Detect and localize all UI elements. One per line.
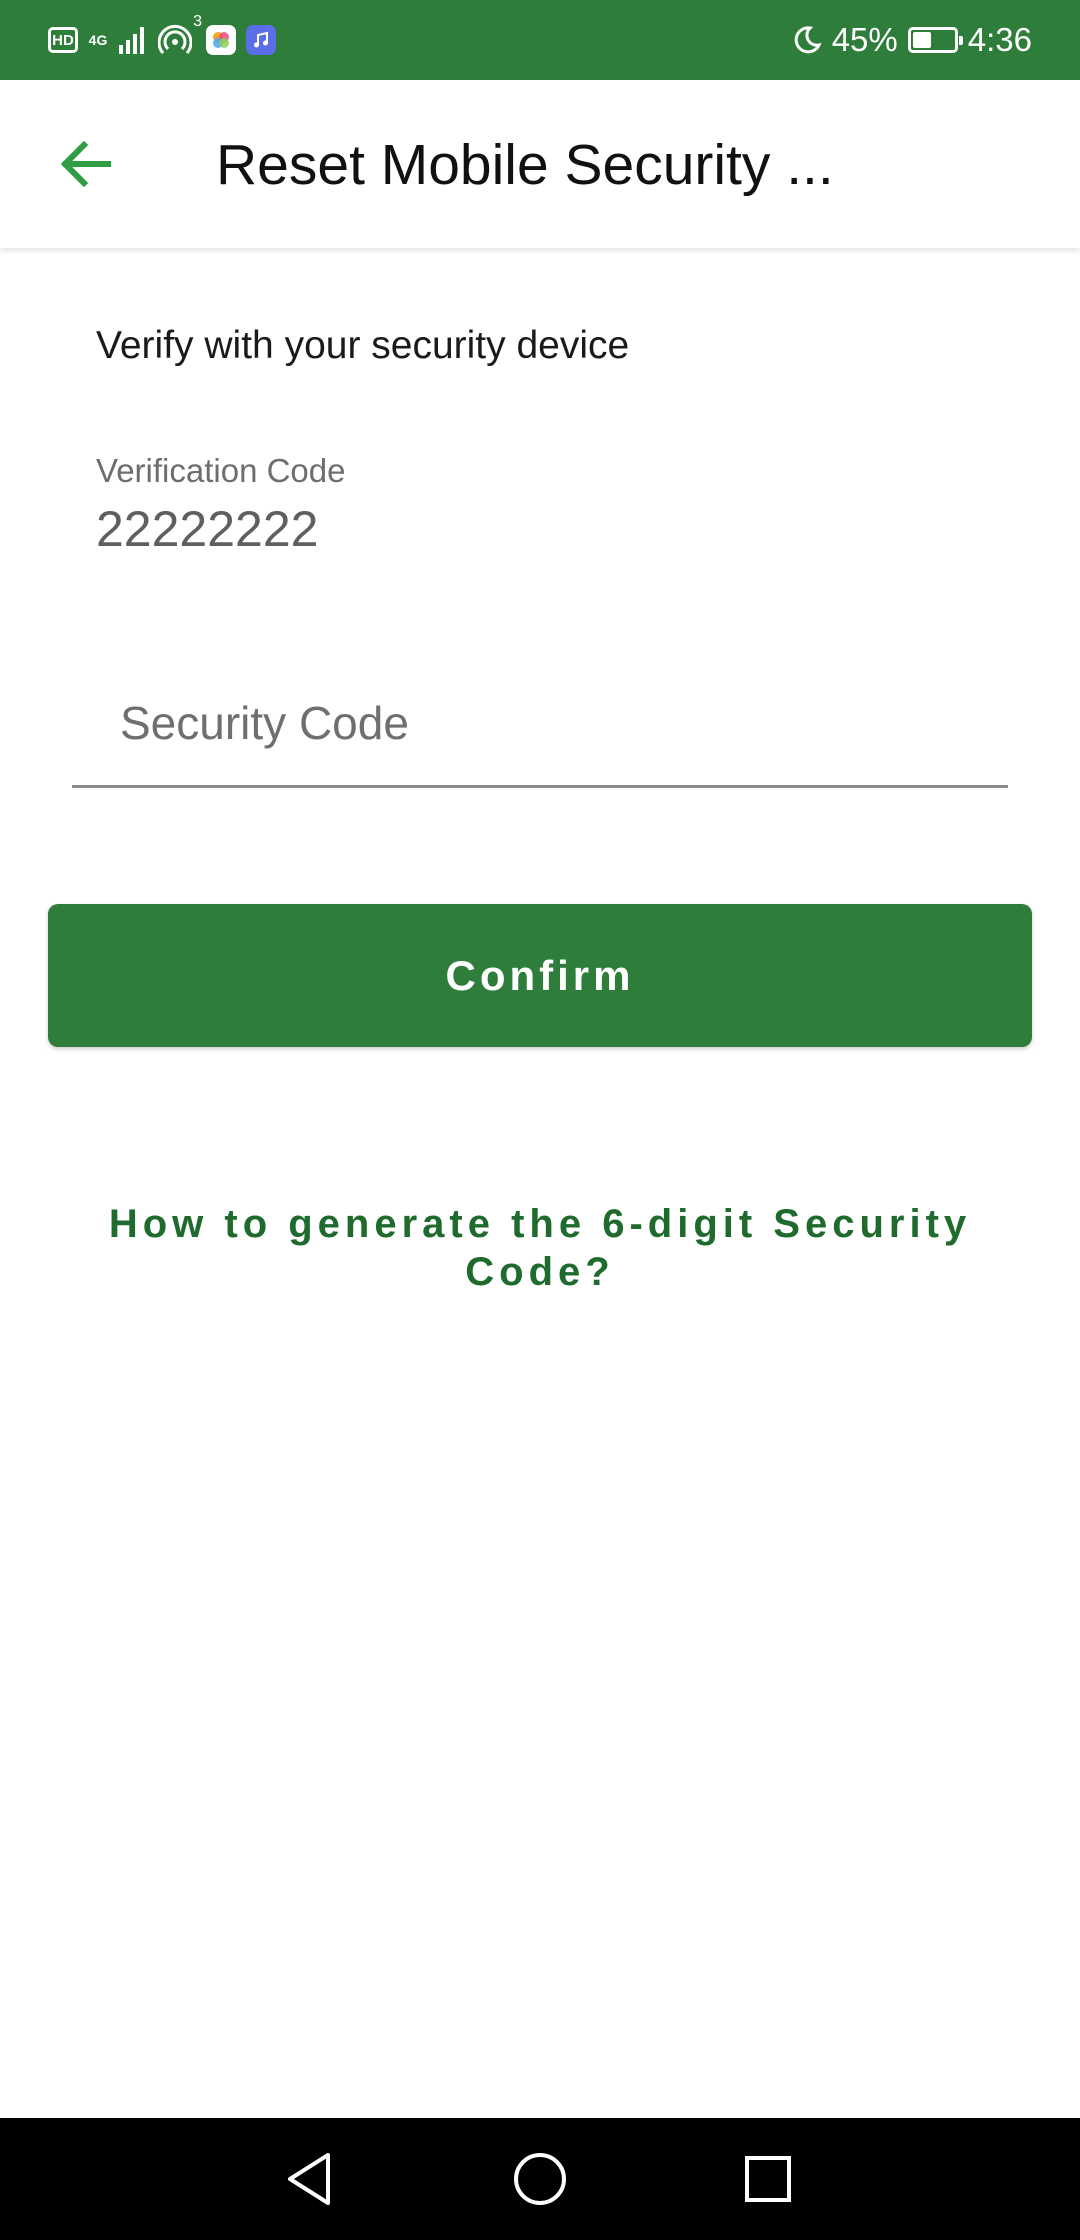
battery-fill [912, 32, 931, 48]
battery-percent: 45% [831, 21, 898, 58]
recents-square-icon [745, 2156, 791, 2202]
arrow-left-icon [60, 140, 111, 188]
confirm-button[interactable]: Confirm [48, 904, 1032, 1047]
status-bar-left: HD 4G 3 [48, 13, 276, 58]
instruction-text: Verify with your security device [96, 324, 630, 367]
app-bar: Reset Mobile Security ... [0, 80, 1080, 248]
home-circle-icon [514, 2153, 566, 2205]
back-button[interactable] [48, 126, 124, 202]
battery-icon [907, 27, 963, 53]
hotspot-icon: 3 [157, 13, 202, 57]
nav-back-button[interactable] [270, 2139, 350, 2219]
app-icon-photos [206, 25, 236, 55]
moon-icon [794, 26, 822, 54]
nav-recents-button[interactable] [728, 2139, 808, 2219]
verification-code-label: Verification Code [96, 452, 346, 489]
hotspot-count: 3 [193, 13, 202, 30]
back-triangle-icon [288, 2153, 330, 2205]
help-link[interactable]: How to generate the 6-digit Security Cod… [100, 1200, 980, 1296]
page-title: Reset Mobile Security ... [216, 133, 834, 197]
status-bar-right: 45% 4:36 [792, 0, 1032, 80]
security-code-input[interactable] [72, 660, 1008, 788]
clock: 4:36 [967, 21, 1032, 58]
hd-icon: HD [48, 27, 78, 53]
status-bar: HD 4G 3 45% 4:36 [0, 0, 1080, 80]
nav-home-button[interactable] [500, 2139, 580, 2219]
verification-code-value: 22222222 [96, 501, 319, 557]
system-nav-bar [0, 2118, 1080, 2240]
signal-icon [119, 27, 144, 54]
app-icon-music [246, 25, 276, 55]
network-type-label: 4G [88, 32, 108, 48]
